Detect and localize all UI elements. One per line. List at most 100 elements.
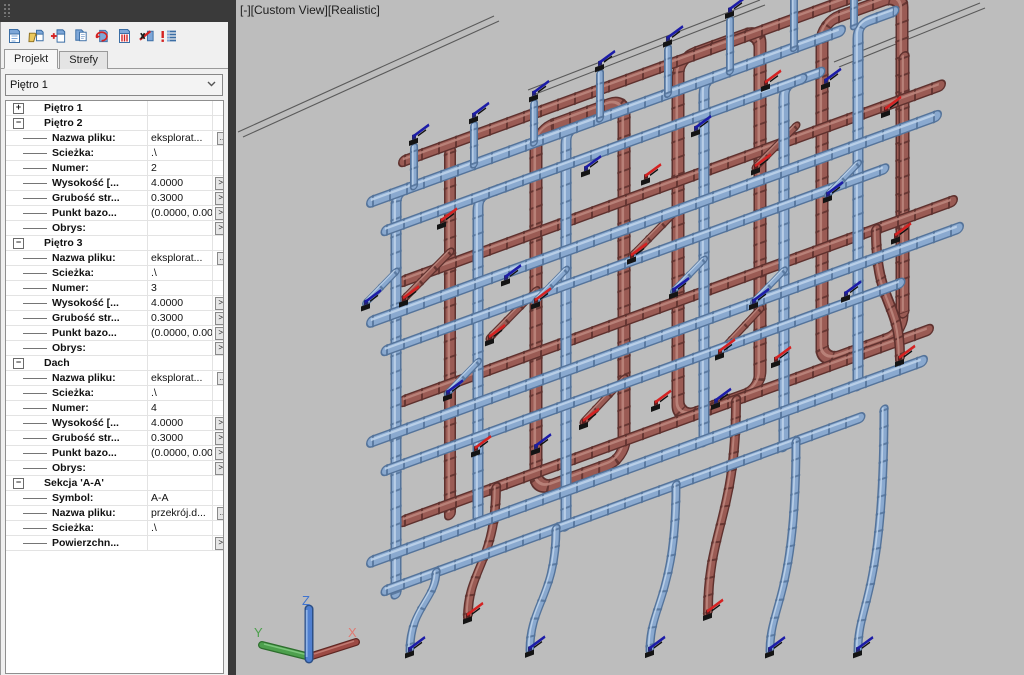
expand-value-button[interactable]: >> bbox=[215, 312, 224, 325]
property-value[interactable]: 4.0000 bbox=[147, 416, 212, 430]
tree-property-row: Wysokość [...4.0000>> bbox=[6, 416, 223, 431]
property-value[interactable]: A-A bbox=[147, 491, 212, 505]
property-value[interactable]: 0.3000 bbox=[147, 311, 212, 325]
tree-section-label: Piętro 1 bbox=[44, 102, 83, 115]
expand-value-button[interactable]: >> bbox=[215, 297, 224, 310]
tree-property-row: Numer:3 bbox=[6, 281, 223, 296]
verify-drawing-icon[interactable] bbox=[137, 27, 156, 46]
property-label: Wysokość [... bbox=[52, 177, 119, 190]
viewport-minimize-control[interactable]: [-] bbox=[240, 3, 251, 17]
tree-property-row: Punkt bazo...(0.0000, 0.00>> bbox=[6, 206, 223, 221]
viewport-style-control[interactable]: [Realistic] bbox=[328, 3, 380, 17]
property-value[interactable]: 0.3000 bbox=[147, 191, 212, 205]
property-label: Scieżka: bbox=[52, 147, 94, 160]
expand-value-button[interactable]: >> bbox=[215, 447, 224, 460]
tree-expander[interactable]: − bbox=[13, 238, 24, 249]
property-value[interactable]: 4 bbox=[147, 401, 212, 415]
property-label: Grubość str... bbox=[52, 432, 120, 445]
property-label: Punkt bazo... bbox=[52, 447, 117, 460]
tab-projekt[interactable]: Projekt bbox=[4, 49, 58, 69]
tree-property-row: Wysokość [... 4.0000>> bbox=[6, 176, 223, 191]
property-value[interactable] bbox=[147, 341, 212, 355]
property-value[interactable]: eksplorat... bbox=[147, 131, 212, 145]
tree-expander[interactable]: − bbox=[13, 118, 24, 129]
new-project-icon[interactable] bbox=[5, 27, 24, 46]
browse-button[interactable]: ... bbox=[217, 252, 224, 265]
project-panel: Projekt Strefy Piętro 1 +Piętro 1−Piętro… bbox=[0, 22, 228, 675]
property-value[interactable] bbox=[147, 221, 212, 235]
property-label: Nazwa pliku: bbox=[52, 507, 116, 520]
property-label: Powierzchn... bbox=[52, 537, 119, 550]
property-value[interactable]: 2 bbox=[147, 161, 212, 175]
property-value[interactable]: (0.0000, 0.00 bbox=[147, 446, 212, 460]
tree-section-header: + Piętro 1 bbox=[6, 101, 223, 116]
tab-strefy[interactable]: Strefy bbox=[59, 51, 108, 69]
property-value[interactable]: .\ bbox=[147, 266, 212, 280]
add-document-icon[interactable] bbox=[49, 27, 68, 46]
browse-button[interactable]: ... bbox=[217, 132, 224, 145]
property-value[interactable]: eksplorat... bbox=[147, 251, 212, 265]
expand-value-button[interactable]: >> bbox=[215, 462, 224, 475]
tree-property-row: Obrys:>> bbox=[6, 461, 223, 476]
property-label: Punkt bazo... bbox=[52, 327, 117, 340]
property-value[interactable]: 3 bbox=[147, 281, 212, 295]
browse-button[interactable]: ... bbox=[217, 507, 224, 520]
axis-x-label: X bbox=[348, 625, 357, 640]
expand-value-button[interactable]: >> bbox=[215, 207, 224, 220]
expand-value-button[interactable]: >> bbox=[215, 417, 224, 430]
property-value[interactable]: .\ bbox=[147, 521, 212, 535]
property-value[interactable]: przekrój.d... bbox=[147, 506, 212, 520]
tree-property-row: Nazwa pliku: przekrój.d...... bbox=[6, 506, 223, 521]
tree-property-row: Symbol:A-A bbox=[6, 491, 223, 506]
tree-property-row: Wysokość [...4.0000>> bbox=[6, 296, 223, 311]
viewport-canvas[interactable]: [-] [Custom View] [Realistic] Z Y X bbox=[236, 0, 1024, 675]
property-value[interactable]: .\ bbox=[147, 146, 212, 160]
expand-value-button[interactable]: >> bbox=[215, 192, 224, 205]
property-value[interactable] bbox=[147, 536, 212, 550]
expand-value-button[interactable]: >> bbox=[215, 222, 224, 235]
tree-property-row: Obrys:>> bbox=[6, 221, 223, 236]
expand-value-button[interactable]: >> bbox=[215, 537, 224, 550]
document-columns-icon[interactable] bbox=[115, 27, 134, 46]
error-list-icon[interactable] bbox=[159, 27, 178, 46]
expand-value-button[interactable]: >> bbox=[215, 342, 224, 355]
property-value[interactable]: (0.0000, 0.00 bbox=[147, 326, 212, 340]
property-value[interactable]: eksplorat... bbox=[147, 371, 212, 385]
viewport-view-control[interactable]: [Custom View] bbox=[251, 3, 328, 17]
property-label: Numer: bbox=[52, 402, 89, 415]
property-value[interactable]: 0.3000 bbox=[147, 431, 212, 445]
tree-expander[interactable]: − bbox=[13, 358, 24, 369]
expand-value-button[interactable]: >> bbox=[215, 432, 224, 445]
tree-section-label: Dach bbox=[44, 357, 70, 370]
property-value[interactable]: 4.0000 bbox=[147, 296, 212, 310]
tree-section-header: −Piętro 2 bbox=[6, 116, 223, 131]
tree-section-header: −Piętro 3 bbox=[6, 236, 223, 251]
expand-value-button[interactable]: >> bbox=[215, 177, 224, 190]
expand-value-button[interactable]: >> bbox=[215, 327, 224, 340]
tree-property-row: Nazwa pliku:eksplorat...... bbox=[6, 371, 223, 386]
axis-z-label: Z bbox=[302, 593, 310, 608]
tree-section-label: Sekcja 'A-A' bbox=[44, 477, 104, 490]
browse-button[interactable]: ... bbox=[217, 372, 224, 385]
project-toolbar bbox=[1, 22, 228, 48]
property-label: Grubość str... bbox=[52, 312, 120, 325]
property-value[interactable]: .\ bbox=[147, 386, 212, 400]
property-value[interactable]: (0.0000, 0.00 bbox=[147, 206, 212, 220]
open-project-icon[interactable] bbox=[27, 27, 46, 46]
property-label: Scieżka: bbox=[52, 522, 94, 535]
floor-select[interactable]: Piętro 1 bbox=[5, 74, 223, 96]
tree-property-row: Scieżka:.\ bbox=[6, 266, 223, 281]
panel-titlebar[interactable] bbox=[0, 0, 236, 22]
tree-expander[interactable]: + bbox=[13, 103, 24, 114]
property-value[interactable] bbox=[147, 461, 212, 475]
drag-grip-icon[interactable] bbox=[3, 3, 11, 17]
panel-separator[interactable] bbox=[228, 0, 236, 675]
viewport-controls: [-] [Custom View] [Realistic] bbox=[240, 3, 380, 17]
chevron-down-icon bbox=[207, 81, 216, 87]
property-value[interactable]: 4.0000 bbox=[147, 176, 212, 190]
revert-document-icon[interactable] bbox=[93, 27, 112, 46]
ucs-axis-icon: Z Y X bbox=[240, 593, 380, 671]
property-label: Numer: bbox=[52, 162, 89, 175]
tree-expander[interactable]: − bbox=[13, 478, 24, 489]
copy-document-icon[interactable] bbox=[71, 27, 90, 46]
